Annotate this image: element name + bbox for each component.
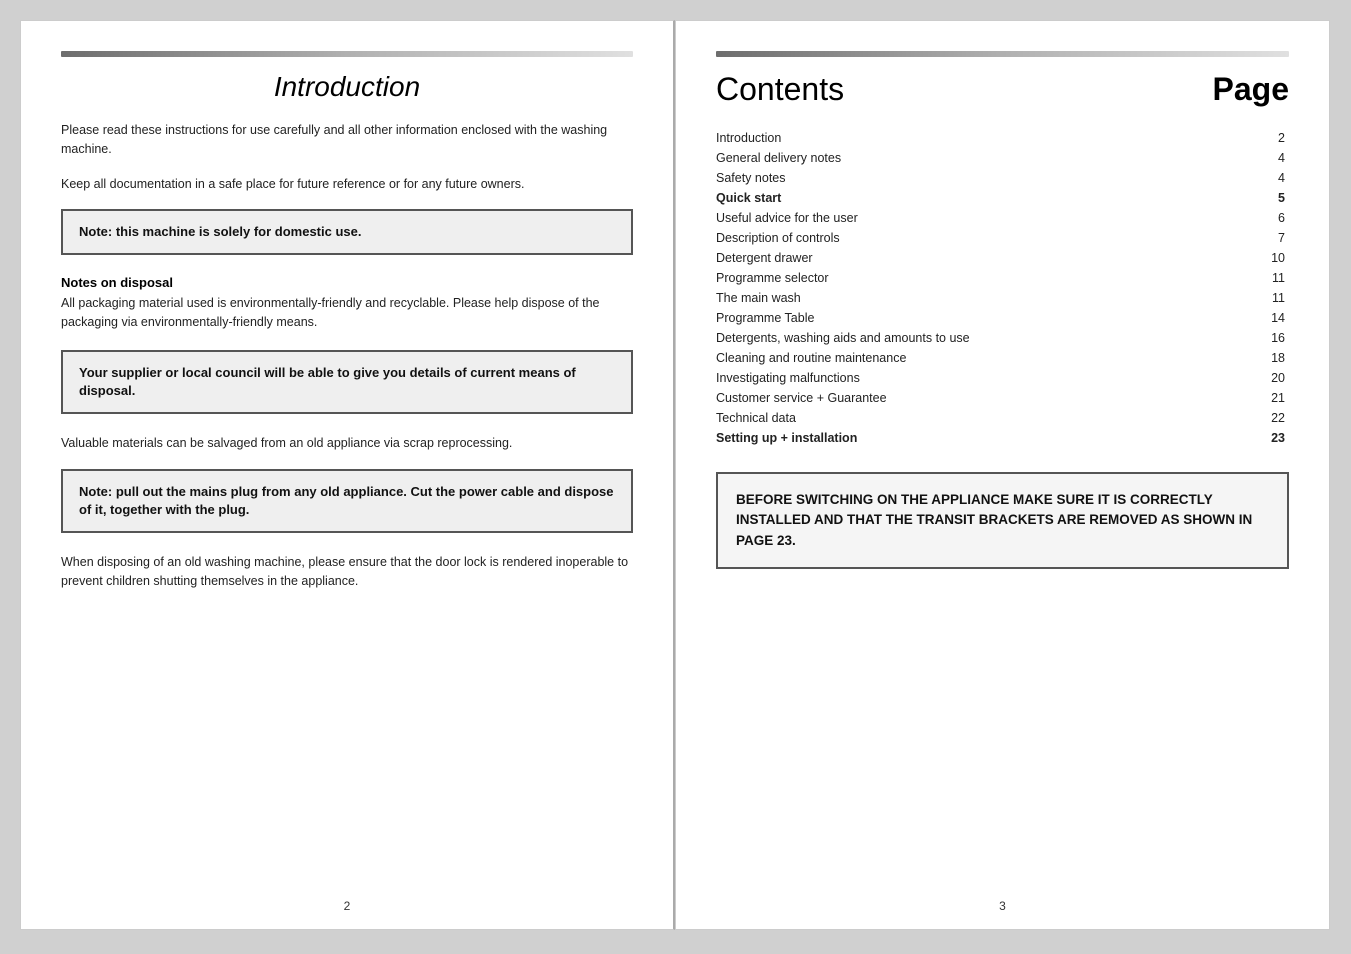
intro-paragraph-1: Please read these instructions for use c…	[61, 121, 633, 159]
note-box-mains: Note: pull out the mains plug from any o…	[61, 469, 633, 533]
table-row: Investigating malfunctions20	[716, 368, 1289, 388]
contents-header-row: Contents Page	[716, 71, 1289, 108]
contents-item-page: 20	[1251, 368, 1289, 388]
contents-item-page: 18	[1251, 348, 1289, 368]
salvage-text: Valuable materials can be salvaged from …	[61, 434, 633, 453]
note-box-supplier: Your supplier or local council will be a…	[61, 350, 633, 414]
contents-item-page: 5	[1251, 188, 1289, 208]
contents-item-page: 23	[1251, 428, 1289, 448]
contents-page-label: Page	[1213, 71, 1289, 108]
note-mains-text: Note: pull out the mains plug from any o…	[79, 483, 615, 519]
contents-item-page: 6	[1251, 208, 1289, 228]
contents-item-page: 16	[1251, 328, 1289, 348]
intro-paragraph-2: Keep all documentation in a safe place f…	[61, 175, 633, 194]
table-row: Programme Table14	[716, 308, 1289, 328]
table-row: Technical data22	[716, 408, 1289, 428]
contents-item-label: The main wash	[716, 288, 1251, 308]
table-row: Setting up + installation23	[716, 428, 1289, 448]
contents-item-label: Introduction	[716, 128, 1251, 148]
contents-title: Contents	[716, 71, 844, 108]
warning-box: BEFORE SWITCHING ON THE APPLIANCE MAKE S…	[716, 472, 1289, 569]
disposal-heading: Notes on disposal	[61, 275, 633, 290]
contents-item-label: Setting up + installation	[716, 428, 1251, 448]
table-row: The main wash11	[716, 288, 1289, 308]
warning-text: BEFORE SWITCHING ON THE APPLIANCE MAKE S…	[736, 490, 1269, 551]
contents-item-label: Description of controls	[716, 228, 1251, 248]
contents-item-page: 4	[1251, 168, 1289, 188]
table-row: General delivery notes4	[716, 148, 1289, 168]
pages-wrapper: Introduction Please read these instructi…	[20, 20, 1331, 930]
contents-item-page: 10	[1251, 248, 1289, 268]
contents-item-page: 7	[1251, 228, 1289, 248]
note-box-domestic: Note: this machine is solely for domesti…	[61, 209, 633, 255]
header-bar-right	[716, 51, 1289, 57]
right-page: Contents Page Introduction2General deliv…	[675, 20, 1330, 930]
contents-item-page: 22	[1251, 408, 1289, 428]
contents-item-page: 11	[1251, 268, 1289, 288]
contents-item-page: 11	[1251, 288, 1289, 308]
table-row: Customer service + Guarantee21	[716, 388, 1289, 408]
contents-item-label: Investigating malfunctions	[716, 368, 1251, 388]
left-page-number: 2	[344, 899, 351, 913]
table-row: Quick start5	[716, 188, 1289, 208]
disposal-section: Notes on disposal All packaging material…	[61, 275, 633, 332]
contents-item-page: 21	[1251, 388, 1289, 408]
note-supplier-text: Your supplier or local council will be a…	[79, 364, 615, 400]
contents-item-label: Useful advice for the user	[716, 208, 1251, 228]
right-page-number: 3	[999, 899, 1006, 913]
contents-table: Introduction2General delivery notes4Safe…	[716, 128, 1289, 448]
contents-item-label: General delivery notes	[716, 148, 1251, 168]
contents-item-label: Detergents, washing aids and amounts to …	[716, 328, 1251, 348]
contents-item-label: Programme Table	[716, 308, 1251, 328]
table-row: Cleaning and routine maintenance18	[716, 348, 1289, 368]
contents-item-label: Safety notes	[716, 168, 1251, 188]
left-page: Introduction Please read these instructi…	[20, 20, 675, 930]
note-domestic-text: Note: this machine is solely for domesti…	[79, 223, 615, 241]
disposal-text: All packaging material used is environme…	[61, 294, 633, 332]
table-row: Programme selector11	[716, 268, 1289, 288]
header-bar-left	[61, 51, 633, 57]
contents-item-label: Detergent drawer	[716, 248, 1251, 268]
table-row: Useful advice for the user6	[716, 208, 1289, 228]
table-row: Description of controls7	[716, 228, 1289, 248]
contents-item-label: Customer service + Guarantee	[716, 388, 1251, 408]
table-row: Introduction2	[716, 128, 1289, 148]
contents-item-page: 14	[1251, 308, 1289, 328]
contents-item-page: 2	[1251, 128, 1289, 148]
left-page-title: Introduction	[61, 71, 633, 103]
table-row: Detergent drawer10	[716, 248, 1289, 268]
contents-item-label: Cleaning and routine maintenance	[716, 348, 1251, 368]
contents-item-label: Quick start	[716, 188, 1251, 208]
contents-item-page: 4	[1251, 148, 1289, 168]
table-row: Safety notes4	[716, 168, 1289, 188]
door-lock-text: When disposing of an old washing machine…	[61, 553, 633, 591]
table-row: Detergents, washing aids and amounts to …	[716, 328, 1289, 348]
contents-item-label: Programme selector	[716, 268, 1251, 288]
contents-item-label: Technical data	[716, 408, 1251, 428]
